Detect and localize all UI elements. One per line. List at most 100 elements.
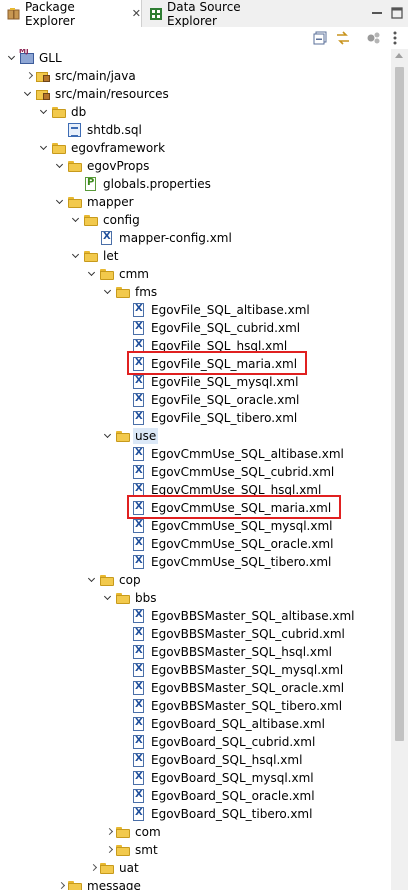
window-controls xyxy=(370,6,404,20)
tree-item-file[interactable]: EgovBBSMaster_SQL_mysql.xml xyxy=(0,661,391,679)
expand-toggle-closed-icon[interactable] xyxy=(105,828,113,836)
expand-toggle-open-icon[interactable] xyxy=(56,198,64,206)
tree-item-label: src/main/java xyxy=(55,69,136,83)
tab-data-source-explorer[interactable]: Data Source Explorer xyxy=(142,0,292,28)
tree-item-file[interactable]: EgovBoard_SQL_cubrid.xml xyxy=(0,733,391,751)
tree-item-file[interactable]: EgovFile_SQL_cubrid.xml xyxy=(0,319,391,337)
tree-item-file[interactable]: EgovFile_SQL_mysql.xml xyxy=(0,373,391,391)
minimize-icon[interactable] xyxy=(370,6,384,20)
tab-package-explorer[interactable]: Package Explorer ✕ xyxy=(0,0,142,28)
tree-item-folder[interactable]: com xyxy=(0,823,391,841)
expand-toggle-open-icon[interactable] xyxy=(24,90,32,98)
tree-item-label: EgovBoard_SQL_hsql.xml xyxy=(151,753,303,767)
tree-item-file[interactable]: EgovFile_SQL_oracle.xml xyxy=(0,391,391,409)
tree-item-file[interactable]: EgovBBSMaster_SQL_cubrid.xml xyxy=(0,625,391,643)
vertical-scrollbar[interactable] xyxy=(391,49,408,890)
expand-toggle-open-icon[interactable] xyxy=(104,288,112,296)
project-tree[interactable]: GLL src/main/java src/main/resources dbshtd… xyxy=(0,49,391,890)
expand-toggle-closed-icon[interactable] xyxy=(89,864,97,872)
scroll-up-icon[interactable] xyxy=(395,53,403,58)
tree-item-file[interactable]: EgovBBSMaster_SQL_oracle.xml xyxy=(0,679,391,697)
tree-item-folder[interactable]: src/main/java xyxy=(0,67,391,85)
expand-toggle-open-icon[interactable] xyxy=(8,54,16,62)
tree-item-file[interactable]: EgovBBSMaster_SQL_tibero.xml xyxy=(0,697,391,715)
tree-item-folder[interactable]: egovProps xyxy=(0,157,391,175)
tree-item-folder[interactable]: cmm xyxy=(0,265,391,283)
collapse-all-icon[interactable] xyxy=(313,30,329,46)
expand-toggle-closed-icon[interactable] xyxy=(57,882,65,890)
sql-file-icon xyxy=(67,122,83,138)
tree-item-label: EgovBBSMaster_SQL_mysql.xml xyxy=(151,663,344,677)
tree-item-file[interactable]: EgovBoard_SQL_hsql.xml xyxy=(0,751,391,769)
expand-toggle-open-icon[interactable] xyxy=(40,144,48,152)
expand-toggle-open-icon[interactable] xyxy=(56,162,64,170)
tree-item-file[interactable]: EgovFile_SQL_altibase.xml xyxy=(0,301,391,319)
tree-item-folder[interactable]: config xyxy=(0,211,391,229)
expand-toggle-closed-icon[interactable] xyxy=(105,846,113,854)
tree-item-label: EgovBBSMaster_SQL_tibero.xml xyxy=(151,699,343,713)
data-source-explorer-icon xyxy=(149,7,163,21)
tree-item-folder[interactable]: src/main/resources xyxy=(0,85,391,103)
tree-item-label: EgovCmmUse_SQL_mysql.xml xyxy=(151,519,333,533)
tree-item-file[interactable]: EgovBoard_SQL_tibero.xml xyxy=(0,805,391,823)
maximize-icon[interactable] xyxy=(390,6,404,20)
tree-item-file[interactable]: EgovCmmUse_SQL_oracle.xml xyxy=(0,535,391,553)
expand-toggle-open-icon[interactable] xyxy=(104,594,112,602)
folder-icon xyxy=(115,284,131,300)
tree-item-file[interactable]: EgovBoard_SQL_oracle.xml xyxy=(0,787,391,805)
tree-item-folder[interactable]: let xyxy=(0,247,391,265)
close-icon[interactable]: ✕ xyxy=(132,7,141,20)
scrollbar-thumb[interactable] xyxy=(395,67,404,741)
tree-item-folder[interactable]: smt xyxy=(0,841,391,859)
tree-item-file[interactable]: EgovCmmUse_SQL_maria.xml xyxy=(0,495,391,519)
expand-toggle-open-icon[interactable] xyxy=(40,108,48,116)
tree-item-folder[interactable]: egovframework xyxy=(0,139,391,157)
tree-item-file[interactable]: EgovBBSMaster_SQL_hsql.xml xyxy=(0,643,391,661)
expand-toggle-open-icon[interactable] xyxy=(88,270,96,278)
tree-item-label: EgovCmmUse_SQL_altibase.xml xyxy=(151,447,344,461)
expand-toggle-open-icon[interactable] xyxy=(72,252,80,260)
tree-item-folder[interactable]: message xyxy=(0,877,391,890)
tree-item-label: EgovBoard_SQL_altibase.xml xyxy=(151,717,325,731)
tree-item-folder[interactable]: cop xyxy=(0,571,391,589)
xml-file-icon xyxy=(131,302,147,318)
tree-item-folder[interactable]: bbs xyxy=(0,589,391,607)
view-menu-icon[interactable] xyxy=(366,30,382,46)
tree-item-file[interactable]: EgovBoard_SQL_altibase.xml xyxy=(0,715,391,733)
tree-item-folder[interactable]: fms xyxy=(0,283,391,301)
tree-item-folder[interactable]: mapper xyxy=(0,193,391,211)
expand-toggle-closed-icon[interactable] xyxy=(25,72,33,80)
tree-item-file[interactable]: EgovCmmUse_SQL_tibero.xml xyxy=(0,553,391,571)
expand-toggle-open-icon[interactable] xyxy=(72,216,80,224)
tree-item-file[interactable]: EgovCmmUse_SQL_altibase.xml xyxy=(0,445,391,463)
expand-toggle-open-icon[interactable] xyxy=(88,576,96,584)
folder-icon xyxy=(115,428,131,444)
more-options-icon[interactable] xyxy=(387,30,403,46)
tree-item-file[interactable]: shtdb.sql xyxy=(0,121,391,139)
expand-toggle-open-icon[interactable] xyxy=(104,432,112,440)
tree-item-label: EgovCmmUse_SQL_cubrid.xml xyxy=(151,465,335,479)
tree-item-label: let xyxy=(103,249,119,263)
tree-item-file[interactable]: EgovBBSMaster_SQL_altibase.xml xyxy=(0,607,391,625)
tree-item-folder[interactable]: use xyxy=(0,427,391,445)
tree-item-file[interactable]: globals.properties xyxy=(0,175,391,193)
xml-file-icon xyxy=(131,518,147,534)
xml-file-icon xyxy=(131,536,147,552)
tree-item-file[interactable]: EgovFile_SQL_tibero.xml xyxy=(0,409,391,427)
highlight-box xyxy=(127,495,341,519)
tree-item-folder[interactable]: uat xyxy=(0,859,391,877)
tree-item-file[interactable]: EgovFile_SQL_maria.xml xyxy=(0,351,391,375)
tree-item-file[interactable]: EgovCmmUse_SQL_cubrid.xml xyxy=(0,463,391,481)
tree-item-folder[interactable]: GLL xyxy=(0,49,391,67)
folder-icon xyxy=(51,104,67,120)
tree-item-file[interactable]: EgovCmmUse_SQL_mysql.xml xyxy=(0,517,391,535)
tree-item-label: EgovBBSMaster_SQL_hsql.xml xyxy=(151,645,332,659)
tree-item-file[interactable]: EgovBoard_SQL_mysql.xml xyxy=(0,769,391,787)
link-with-editor-icon[interactable] xyxy=(335,30,351,46)
tree-item-file[interactable]: mapper-config.xml xyxy=(0,229,391,247)
xml-file-icon xyxy=(131,410,147,426)
tree-item-folder[interactable]: db xyxy=(0,103,391,121)
view-toolbar xyxy=(0,27,408,49)
xml-file-icon xyxy=(131,734,147,750)
folder-icon xyxy=(67,194,83,210)
